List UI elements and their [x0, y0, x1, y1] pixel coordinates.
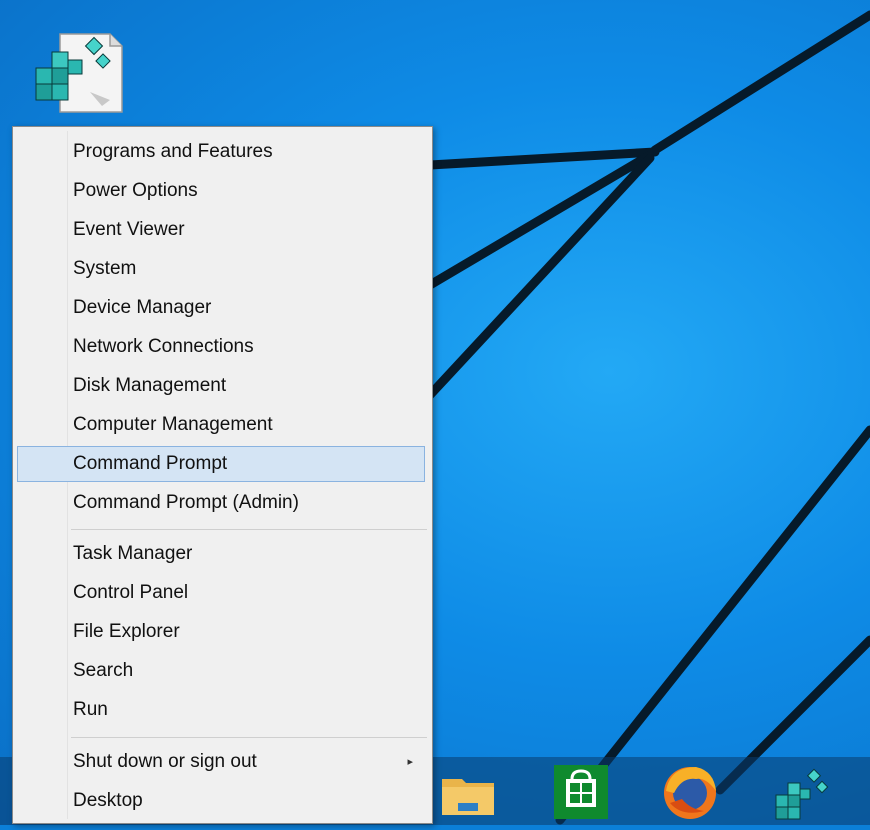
menu-item-run[interactable]: Run [17, 692, 425, 728]
menu-item-shut-down-or-sign-out[interactable]: Shut down or sign out ▸ [17, 744, 425, 780]
winx-context-menu: Programs and Features Power Options Even… [12, 126, 433, 824]
menu-item-task-manager[interactable]: Task Manager [17, 536, 425, 572]
menu-separator [71, 529, 427, 530]
menu-item-device-manager[interactable]: Device Manager [17, 290, 425, 326]
firefox-icon[interactable] [660, 757, 724, 825]
menu-item-disk-management[interactable]: Disk Management [17, 368, 425, 404]
menu-separator [71, 737, 427, 738]
menu-item-control-panel[interactable]: Control Panel [17, 575, 425, 611]
menu-item-file-explorer[interactable]: File Explorer [17, 614, 425, 650]
menu-item-label: Shut down or sign out [73, 751, 257, 772]
registry-editor-icon[interactable] [766, 757, 830, 825]
registry-file-icon[interactable] [30, 30, 126, 116]
menu-item-power-options[interactable]: Power Options [17, 173, 425, 209]
menu-item-system[interactable]: System [17, 251, 425, 287]
menu-item-desktop[interactable]: Desktop [17, 783, 425, 819]
store-icon[interactable] [548, 757, 612, 825]
menu-item-command-prompt[interactable]: Command Prompt [17, 446, 425, 482]
menu-item-event-viewer[interactable]: Event Viewer [17, 212, 425, 248]
menu-item-command-prompt-admin[interactable]: Command Prompt (Admin) [17, 485, 425, 521]
menu-item-computer-management[interactable]: Computer Management [17, 407, 425, 443]
submenu-arrow-icon: ▸ [407, 756, 413, 768]
menu-item-search[interactable]: Search [17, 653, 425, 689]
menu-item-programs-and-features[interactable]: Programs and Features [17, 134, 425, 170]
menu-item-network-connections[interactable]: Network Connections [17, 329, 425, 365]
file-explorer-icon[interactable] [436, 757, 500, 825]
